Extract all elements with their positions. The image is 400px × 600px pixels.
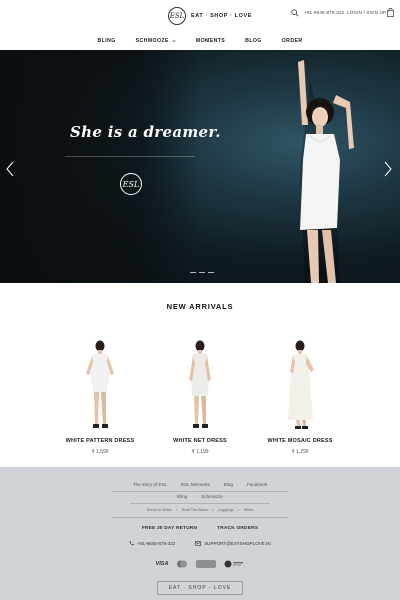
product-price: ₹ 1,599: [91, 449, 109, 455]
logo-text: EAT · SHOP · LOVE: [191, 13, 253, 19]
chevron-down-icon: [172, 40, 176, 43]
product-image: [86, 340, 114, 428]
footer-divider: [130, 503, 270, 504]
free-return-link[interactable]: FREE 30 DAY RETURN: [132, 526, 207, 531]
footer-link-story[interactable]: The story of ESL: [126, 482, 174, 487]
footer-link-category[interactable]: Beat The Blues: [178, 508, 212, 512]
mastercard-icon: [177, 560, 188, 568]
nav-label: BLING: [97, 38, 116, 44]
hero-banner: She is a dreamer. ESL: [0, 50, 400, 283]
nav-label: SCHMOOZE: [135, 38, 169, 44]
hero-divider: [65, 156, 195, 157]
hero-logo-mark: ESL: [120, 173, 142, 195]
hero-headline: She is a dreamer.: [70, 123, 221, 141]
footer-link-bling[interactable]: Bling: [170, 494, 194, 499]
nav-label: MOMENTS: [195, 38, 226, 44]
amex-icon: [196, 560, 217, 568]
nav-item-bling[interactable]: BLING: [88, 38, 126, 44]
footer-phone[interactable]: +91-9845-879-322: [119, 541, 185, 546]
footer-contact: +91-9845-879-322 SUPPORT@EATSHOPLOVE.IN: [0, 541, 400, 546]
footer-link-category[interactable]: Dress In White: [143, 508, 176, 512]
search-icon[interactable]: [291, 9, 299, 17]
footer-link-facebook[interactable]: Facebook: [240, 482, 274, 487]
carousel-dot[interactable]: [208, 272, 214, 273]
product-price: ₹ 1,199: [191, 449, 209, 455]
product-card[interactable]: WHITE MOSAIC DRESS ₹ 1,299: [250, 340, 350, 455]
footer-policies: FREE 30 DAY RETURN TRACK ORDERS: [0, 526, 400, 531]
product-image: [288, 340, 314, 429]
visa-logo: VISA: [155, 561, 169, 567]
nav-item-moments[interactable]: MOMENTS: [186, 38, 235, 44]
nav-item-order[interactable]: ORDER: [272, 38, 313, 44]
product-card[interactable]: WHITE PATTERN DRESS ₹ 1,599: [50, 340, 150, 455]
footer-phone-number: +91-9845-879-322: [137, 541, 176, 546]
mail-icon: [195, 541, 202, 546]
carousel-dot[interactable]: [190, 272, 196, 273]
nav-label: ORDER: [281, 38, 303, 44]
product-price: ₹ 1,299: [291, 449, 309, 455]
footer-links-primary: The story of ESL ESL Moments Blog Facebo…: [0, 482, 400, 487]
footer-links-categories: Dress In White × Beat The Blues × Leggin…: [0, 508, 400, 512]
product-image: [189, 340, 211, 428]
footer-links-secondary: Bling Schmooze: [0, 494, 400, 499]
header-phone[interactable]: +91-9845-879-322: [304, 10, 344, 15]
main-nav: BLING SCHMOOZE MOMENTS BLOG ORDER: [0, 38, 400, 44]
footer-link-category[interactable]: Skirts: [240, 508, 258, 512]
login-signup-link[interactable]: LOGIN / SIGN UP: [347, 10, 386, 15]
footer-divider: [112, 517, 288, 518]
phone-icon: [130, 541, 134, 546]
product-name[interactable]: WHITE NET DRESS: [150, 438, 250, 444]
footer-brand-box: EAT · SHOP · LOVE: [157, 581, 243, 595]
site-logo[interactable]: ESL EAT · SHOP · LOVE: [168, 7, 252, 25]
hero-shade: [0, 50, 200, 283]
new-arrivals-title: NEW ARRIVALS: [166, 302, 234, 311]
hero-model-image: [298, 60, 354, 283]
footer-email-address: SUPPORT@EATSHOPLOVE.IN: [204, 541, 271, 546]
footer-link-category[interactable]: Leggings: [214, 508, 237, 512]
site-footer: The story of ESL ESL Moments Blog Facebo…: [0, 467, 400, 600]
footer-link-schmooze[interactable]: Schmooze: [194, 494, 230, 499]
payment-methods: VISA: [0, 560, 400, 568]
nav-item-blog[interactable]: BLOG: [235, 38, 272, 44]
shopping-bag-icon[interactable]: [387, 8, 394, 17]
footer-link-moments[interactable]: ESL Moments: [174, 482, 217, 487]
page: ESL EAT · SHOP · LOVE +91-9845-879-322 L…: [0, 0, 400, 600]
track-orders-link[interactable]: TRACK ORDERS: [207, 526, 268, 531]
carousel-next-icon[interactable]: [383, 161, 393, 177]
site-header: ESL EAT · SHOP · LOVE +91-9845-879-322 L…: [0, 0, 400, 50]
logo-mark: ESL: [168, 7, 186, 25]
product-card[interactable]: WHITE NET DRESS ₹ 1,199: [150, 340, 250, 455]
nav-item-schmooze[interactable]: SCHMOOZE: [126, 38, 186, 44]
product-name[interactable]: WHITE PATTERN DRESS: [50, 438, 150, 444]
carousel-dots: [190, 272, 214, 273]
nav-label: BLOG: [245, 38, 262, 44]
footer-link-blog[interactable]: Blog: [217, 482, 240, 487]
product-name[interactable]: WHITE MOSAIC DRESS: [250, 438, 350, 444]
carousel-dot[interactable]: [199, 272, 205, 273]
footer-email[interactable]: SUPPORT@EATSHOPLOVE.IN: [185, 541, 281, 546]
carousel-prev-icon[interactable]: [5, 161, 15, 177]
footer-divider: [112, 491, 288, 492]
diners-club-icon: [224, 560, 244, 568]
